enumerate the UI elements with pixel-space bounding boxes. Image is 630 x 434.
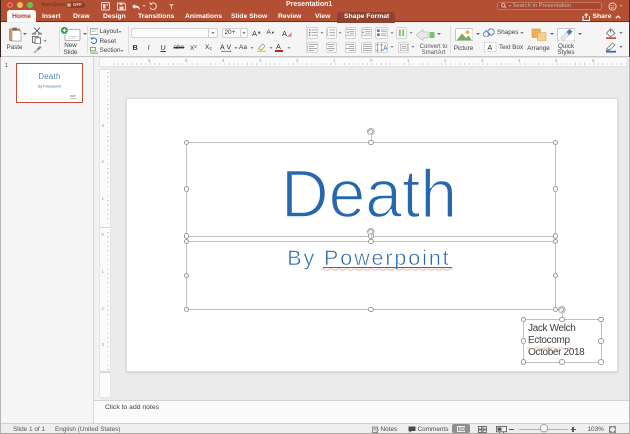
- svg-text:A: A: [383, 43, 387, 51]
- svg-text:3: 3: [327, 34, 329, 37]
- svg-text:A: A: [487, 43, 492, 52]
- svg-text:V: V: [226, 44, 231, 51]
- svg-text:A: A: [220, 44, 225, 51]
